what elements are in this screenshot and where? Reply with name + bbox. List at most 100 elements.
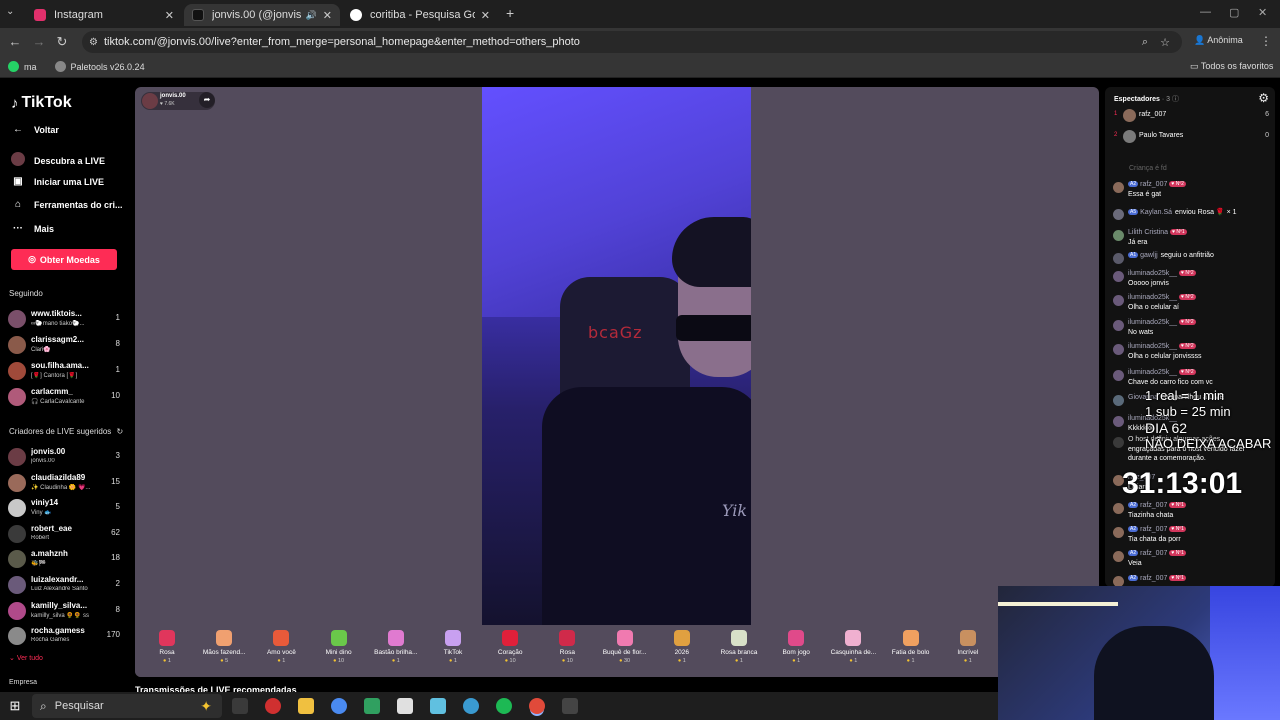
app-cyan-icon[interactable] — [430, 698, 446, 714]
incognito-profile[interactable]: 👤 Anônima — [1194, 35, 1243, 46]
viewers-header[interactable]: Espectadores · 3 ⓘ — [1114, 94, 1179, 104]
get-coins-button[interactable]: ◎ Obter Moedas — [11, 249, 117, 270]
username[interactable]: iluminado25k__ — [1128, 270, 1177, 277]
account-row[interactable]: kamilly_silva... kamilly_silva 🌻🌻 ss 8 — [8, 599, 124, 623]
app-white-icon[interactable] — [397, 698, 413, 714]
account-row[interactable]: rocha.gamess Rocha Games 170 — [8, 624, 124, 648]
site-info-icon[interactable]: ⚙ — [89, 37, 98, 48]
taskbar-search[interactable]: ⌕ Pesquisar ✦ — [32, 694, 222, 718]
gift-item[interactable]: TikTok ● 1 — [423, 630, 483, 664]
gift-item[interactable]: Rosa branca ● 1 — [709, 630, 769, 664]
nav-voltar[interactable]: ← Voltar — [10, 124, 59, 135]
windows-start-icon[interactable]: ⊞ — [0, 698, 30, 714]
close-icon[interactable]: ✕ — [323, 9, 332, 22]
nav-discover-live[interactable]: Descubra a LIVE — [10, 152, 105, 169]
account-row[interactable]: claudiazilda89 ✨ Claudinha 🌼 💗... 15 — [8, 471, 124, 495]
tab-tiktok[interactable]: jonvis.00 (@jonvis.00) comente 🔊 ✕ — [184, 4, 340, 26]
account-row[interactable]: a.mahznh 🐝🏁 18 — [8, 547, 124, 571]
nav-more[interactable]: ··· Mais — [10, 223, 54, 234]
bookmark-paletools[interactable]: Paletools v26.0.24 — [54, 61, 145, 72]
share-icon[interactable]: ➦ — [199, 92, 215, 108]
account-subtitle: Viny 🐟 — [31, 510, 52, 517]
viewer-row[interactable]: 2 Paulo Tavares 0 — [1111, 129, 1271, 145]
see-all-link[interactable]: ⌄ Ver tudo — [9, 654, 43, 662]
gift-item[interactable]: Amo você ● 1 — [251, 630, 311, 664]
username[interactable]: Lilith Cristina — [1128, 229, 1168, 236]
gift-item[interactable]: Mini dino ● 10 — [309, 630, 369, 664]
gift-item[interactable]: 2026 ● 1 — [652, 630, 712, 664]
chrome-active-icon[interactable] — [529, 698, 545, 714]
close-window-icon[interactable]: ✕ — [1258, 6, 1267, 19]
info-icon[interactable]: ⓘ — [1172, 96, 1179, 103]
nav-creator-tools[interactable]: ⌂ Ferramentas do cri... — [10, 199, 123, 210]
username[interactable]: rafz_007 — [1140, 575, 1167, 582]
file-explorer-icon[interactable] — [298, 698, 314, 714]
instagram-icon — [34, 9, 46, 21]
speaker-icon[interactable]: 🔊 — [306, 10, 317, 21]
spotify-icon[interactable] — [496, 698, 512, 714]
tab-instagram[interactable]: Instagram ✕ — [26, 4, 182, 26]
zoom-icon[interactable]: ⌕ — [1142, 36, 1148, 49]
viewer-row[interactable]: 1 rafz_007 6 — [1111, 108, 1271, 124]
username[interactable]: Kaylan.Sá — [1140, 209, 1172, 216]
username[interactable]: rafz_007 — [1140, 181, 1167, 188]
account-row[interactable]: sou.filha.ama... [🌹] Cantora [🌹] 1 — [8, 359, 124, 383]
avatar — [1113, 416, 1124, 427]
menu-icon[interactable]: ⋮ — [1260, 34, 1272, 48]
forward-icon[interactable]: → — [27, 34, 51, 49]
account-row[interactable]: robert_eae Robert 62 — [8, 522, 124, 546]
task-view-icon[interactable] — [232, 698, 248, 714]
bookmark-ma[interactable]: ma — [8, 61, 37, 72]
tiktok-logo[interactable]: ♪ TikTok — [11, 94, 72, 112]
username[interactable]: iluminado25k__ — [1128, 369, 1177, 376]
account-row[interactable]: carlacmm_ 🎧 CarlaCavalcante 10 — [8, 385, 124, 409]
gift-item[interactable]: Rosa ● 1 — [137, 630, 197, 664]
minimize-icon[interactable]: — — [1200, 6, 1211, 18]
close-icon[interactable]: ✕ — [481, 9, 490, 22]
app-dark-icon[interactable] — [562, 698, 578, 714]
username[interactable]: rafz_007 — [1140, 502, 1167, 509]
tab-list-button[interactable]: ⌄ — [6, 6, 14, 17]
gift-item[interactable]: Buquê de flor... ● 30 — [595, 630, 655, 664]
nav-start-live[interactable]: ▣ Iniciar uma LIVE — [10, 176, 104, 187]
reload-icon[interactable]: ↻ — [50, 34, 74, 50]
username[interactable]: iluminado25k__ — [1128, 319, 1177, 326]
video-person-glasses — [676, 315, 751, 341]
close-icon[interactable]: ✕ — [165, 9, 174, 22]
chrome-icon[interactable] — [331, 698, 347, 714]
settings-gear-icon[interactable]: ⚙ — [1258, 91, 1269, 105]
live-video[interactable]: bcaGz Yik — [482, 87, 751, 625]
account-row[interactable]: viniy14 Viny 🐟 5 — [8, 496, 124, 520]
maximize-icon[interactable]: ▢ — [1229, 6, 1239, 19]
level-badge: A5 — [1128, 209, 1139, 215]
gift-item[interactable]: Casquinha de... ● 1 — [823, 630, 883, 664]
gift-item[interactable]: Coração ● 10 — [480, 630, 540, 664]
username[interactable]: rafz_007 — [1140, 550, 1167, 557]
edge-icon[interactable] — [463, 698, 479, 714]
refresh-icon[interactable]: ↻ — [117, 427, 124, 436]
username[interactable]: rafz_007 — [1140, 526, 1167, 533]
app-green-icon[interactable] — [364, 698, 380, 714]
message-text: enviou Rosa 🌹 × 1 — [1175, 209, 1237, 216]
bookmark-star-icon[interactable]: ☆ — [1160, 36, 1170, 49]
username[interactable]: gawljj — [1140, 252, 1158, 259]
username[interactable]: iluminado25k__ — [1128, 343, 1177, 350]
gift-item[interactable]: Mãos fazend... ● 5 — [194, 630, 254, 664]
gift-item[interactable]: Incrível ● 1 — [938, 630, 998, 664]
back-icon[interactable]: ← — [3, 34, 27, 49]
account-row[interactable]: www.tiktois... ∞🐑mano tiako🐑... 1 — [8, 307, 124, 331]
account-row[interactable]: clarissagm2... Clari🌸 8 — [8, 333, 124, 357]
gift-item[interactable]: Fatia de bolo ● 1 — [881, 630, 941, 664]
gift-item[interactable]: Bastão brilha... ● 1 — [366, 630, 426, 664]
url-field[interactable]: ⚙ tiktok.com/@jonvis.00/live?enter_from_… — [82, 31, 1182, 53]
app-red-icon[interactable] — [265, 698, 281, 714]
company-link[interactable]: Empresa — [9, 679, 37, 686]
new-tab-button[interactable]: + — [506, 5, 514, 21]
all-bookmarks[interactable]: ▭ Todos os favoritos — [1190, 61, 1273, 72]
account-row[interactable]: jonvis.00 jonvis.00 3 — [8, 445, 124, 469]
gift-item[interactable]: Bom jogo ● 1 — [766, 630, 826, 664]
account-row[interactable]: luizalexandr... Luiz Alexandre Santo 2 — [8, 573, 124, 597]
tab-google[interactable]: coritiba - Pesquisa Google ✕ — [342, 4, 498, 26]
username[interactable]: iluminado25k__ — [1128, 294, 1177, 301]
gift-item[interactable]: Rosa ● 10 — [537, 630, 597, 664]
